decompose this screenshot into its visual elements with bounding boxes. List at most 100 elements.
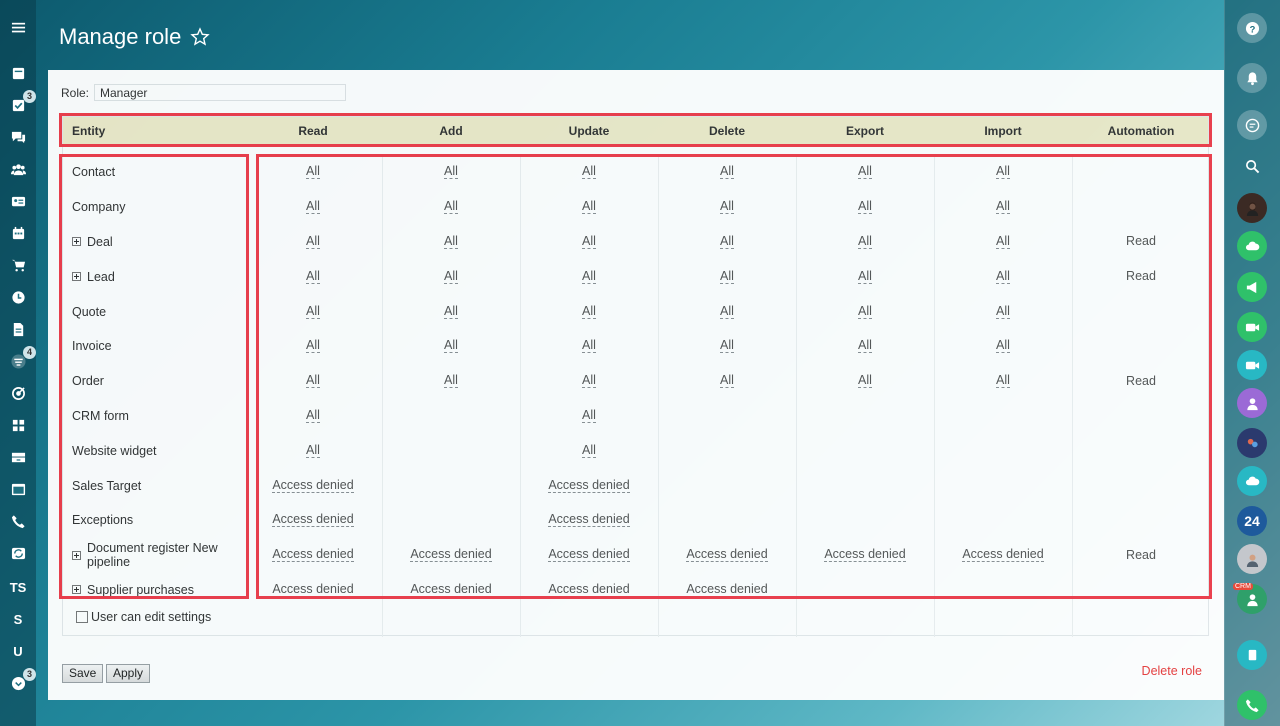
- documents-icon[interactable]: [0, 316, 36, 342]
- permission-value[interactable]: All: [996, 165, 1010, 180]
- avatar-group[interactable]: [1237, 428, 1267, 458]
- u-icon[interactable]: U: [0, 638, 36, 664]
- messenger-search-icon[interactable]: [1237, 110, 1267, 140]
- permission-value[interactable]: All: [582, 165, 596, 180]
- permission-value[interactable]: All: [444, 374, 458, 389]
- permission-value[interactable]: All: [582, 339, 596, 354]
- time-icon[interactable]: [0, 284, 36, 310]
- delete-role-link[interactable]: Delete role: [1142, 664, 1202, 678]
- permission-value[interactable]: All: [306, 339, 320, 354]
- permission-value[interactable]: All: [720, 165, 734, 180]
- permission-value[interactable]: All: [582, 200, 596, 215]
- permission-value[interactable]: All: [444, 234, 458, 249]
- permission-value[interactable]: All: [996, 234, 1010, 249]
- workgroups-icon[interactable]: [0, 156, 36, 182]
- inventory-icon[interactable]: [0, 444, 36, 470]
- permission-value[interactable]: All: [858, 200, 872, 215]
- permission-value[interactable]: All: [996, 339, 1010, 354]
- user-icon[interactable]: [1237, 388, 1267, 418]
- permission-value[interactable]: All: [444, 304, 458, 319]
- permission-value[interactable]: Access denied: [410, 582, 492, 597]
- permission-value[interactable]: All: [582, 304, 596, 319]
- phone-icon[interactable]: [1237, 690, 1267, 720]
- permission-value[interactable]: All: [306, 443, 320, 458]
- permission-value[interactable]: All: [996, 304, 1010, 319]
- expand-plus-icon[interactable]: [72, 550, 81, 560]
- permission-value[interactable]: Access denied: [824, 548, 906, 563]
- avatar-user-2[interactable]: [1237, 544, 1267, 574]
- permission-value[interactable]: All: [306, 269, 320, 284]
- menu-icon[interactable]: [0, 14, 36, 40]
- permission-value[interactable]: All: [720, 200, 734, 215]
- avatar-user-1[interactable]: [1237, 193, 1267, 223]
- permission-value[interactable]: All: [996, 269, 1010, 284]
- permission-value[interactable]: All: [720, 234, 734, 249]
- permission-value[interactable]: All: [306, 408, 320, 423]
- permission-value[interactable]: All: [996, 374, 1010, 389]
- permission-value[interactable]: All: [444, 165, 458, 180]
- permission-value[interactable]: Read: [1126, 548, 1156, 562]
- permission-value[interactable]: Access denied: [272, 582, 354, 597]
- permission-value[interactable]: All: [582, 443, 596, 458]
- permission-value[interactable]: Access denied: [410, 548, 492, 563]
- search-icon[interactable]: [1237, 151, 1267, 181]
- sync-icon[interactable]: [0, 540, 36, 566]
- permission-value[interactable]: All: [858, 339, 872, 354]
- more-icon[interactable]: 3: [0, 668, 36, 696]
- permission-value[interactable]: Access denied: [548, 582, 630, 597]
- permission-value[interactable]: Access denied: [686, 582, 768, 597]
- permission-value[interactable]: Access denied: [962, 548, 1044, 563]
- cloud-icon[interactable]: [1237, 231, 1267, 261]
- permission-value[interactable]: Access denied: [548, 548, 630, 563]
- permission-value[interactable]: All: [444, 339, 458, 354]
- permission-value[interactable]: All: [858, 374, 872, 389]
- expand-plus-icon[interactable]: [72, 585, 81, 595]
- permission-value[interactable]: All: [858, 165, 872, 180]
- telephony-icon[interactable]: [0, 508, 36, 534]
- edit-settings-checkbox[interactable]: [76, 611, 88, 623]
- permission-value[interactable]: All: [858, 234, 872, 249]
- permission-value[interactable]: Access denied: [686, 548, 768, 563]
- permission-value[interactable]: Read: [1126, 235, 1156, 248]
- permission-value[interactable]: Access denied: [272, 548, 354, 563]
- expand-plus-icon[interactable]: [72, 272, 81, 282]
- permission-value[interactable]: All: [720, 339, 734, 354]
- permission-value[interactable]: All: [306, 165, 320, 180]
- s-icon[interactable]: S: [0, 606, 36, 632]
- permission-value[interactable]: All: [306, 200, 320, 215]
- permission-value[interactable]: All: [720, 304, 734, 319]
- save-button[interactable]: Save: [62, 664, 104, 683]
- video-call-icon[interactable]: [1237, 312, 1267, 342]
- role-name-input[interactable]: [94, 84, 347, 101]
- cloud-sync-icon[interactable]: [1237, 466, 1267, 496]
- permission-value[interactable]: All: [306, 374, 320, 389]
- permission-value[interactable]: All: [306, 234, 320, 249]
- cloud-document-icon[interactable]: [1237, 640, 1267, 670]
- bitrix24-icon[interactable]: 24: [1237, 506, 1267, 536]
- permission-value[interactable]: All: [444, 200, 458, 215]
- permission-value[interactable]: All: [858, 269, 872, 284]
- sites-icon[interactable]: [0, 476, 36, 502]
- chat-icon[interactable]: [0, 124, 36, 150]
- feed-icon[interactable]: [0, 60, 36, 86]
- tasks-icon[interactable]: 3: [0, 90, 36, 118]
- ts-icon[interactable]: TS: [0, 574, 36, 600]
- apply-button[interactable]: Apply: [106, 664, 151, 683]
- permission-value[interactable]: All: [582, 374, 596, 389]
- targets-icon[interactable]: [0, 380, 36, 406]
- help-icon[interactable]: ?: [1237, 13, 1267, 43]
- permission-value[interactable]: All: [306, 304, 320, 319]
- permission-value[interactable]: All: [582, 234, 596, 249]
- expand-plus-icon[interactable]: [72, 237, 81, 247]
- contact-center-icon[interactable]: [0, 188, 36, 214]
- permission-value[interactable]: All: [582, 269, 596, 284]
- favorite-star-icon[interactable]: [190, 27, 210, 47]
- permission-value[interactable]: Access denied: [548, 478, 630, 493]
- permission-value[interactable]: Access denied: [272, 513, 354, 528]
- permission-value[interactable]: All: [858, 304, 872, 319]
- permission-value[interactable]: Access denied: [272, 478, 354, 493]
- permission-value[interactable]: Access denied: [548, 513, 630, 528]
- shop-icon[interactable]: [0, 252, 36, 278]
- video-chat-icon[interactable]: [1237, 350, 1267, 380]
- crm-filter-icon[interactable]: 4: [0, 346, 36, 374]
